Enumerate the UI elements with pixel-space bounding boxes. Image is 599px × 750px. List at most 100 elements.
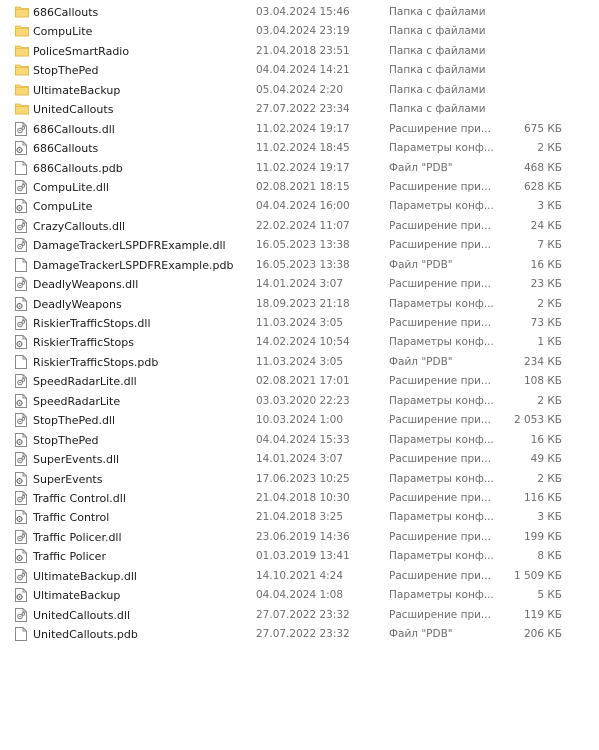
file-name: 686Callouts.pdb xyxy=(33,161,123,175)
file-date-modified: 04.04.2024 1:08 xyxy=(256,589,344,602)
file-size: 2 КБ xyxy=(537,472,562,485)
dll-file-icon xyxy=(15,452,28,467)
file-size: 1 КБ xyxy=(537,336,562,349)
file-row[interactable]: 686Callouts.dll 11.02.2024 19:17 Расширени… xyxy=(0,120,599,139)
file-name: StopThePed.dll xyxy=(33,414,116,428)
file-row[interactable]: UnitedCallouts.dll 27.07.2022 23:32 Расшир… xyxy=(0,606,599,625)
file-type: Параметры конф... xyxy=(389,433,494,446)
file-type: Расширение при... xyxy=(389,453,491,466)
file-row[interactable]: Traffic Control.dll 21.04.2018 10:30 Расши… xyxy=(0,489,599,508)
file-row[interactable]: SuperEvents.dll 14.01.2024 3:07 Расширение… xyxy=(0,450,599,469)
file-row[interactable]: RiskierTrafficStops 14.02.2024 10:54 Парам… xyxy=(0,333,599,352)
dll-file-icon xyxy=(15,607,28,622)
file-row[interactable]: CompuLite 04.04.2024 16:00 Параметры конф.… xyxy=(0,197,599,216)
file-type: Папка с файлами xyxy=(389,83,486,96)
file-name: RiskierTrafficStops.pdb xyxy=(33,355,159,369)
file-row[interactable]: 686Callouts.pdb 11.02.2024 19:17 Файл "PDB… xyxy=(0,159,599,178)
file-row[interactable]: CrazyCallouts.dll 22.02.2024 11:07 Расшире… xyxy=(0,217,599,236)
file-size: 468 КБ xyxy=(523,161,562,174)
dll-file-icon xyxy=(15,568,28,583)
config-file-icon xyxy=(15,471,28,486)
file-date-modified: 21.04.2018 3:25 xyxy=(256,511,344,524)
file-type: Параметры конф... xyxy=(389,142,494,155)
file-row[interactable]: StopThePed 04.04.2024 15:33 Параметры конф… xyxy=(0,431,599,450)
file-row[interactable]: DeadlyWeapons.dll 14.01.2024 3:07 Расширен… xyxy=(0,275,599,294)
file-date-modified: 22.02.2024 11:07 xyxy=(256,219,350,232)
file-type: Расширение при... xyxy=(389,569,491,582)
dll-file-icon xyxy=(15,413,28,428)
folder-icon xyxy=(15,83,29,97)
file-row[interactable]: UltimateBackup 04.04.2024 1:08 Параметры к… xyxy=(0,586,599,605)
file-type: Файл "PDB" xyxy=(389,161,453,174)
file-type: Параметры конф... xyxy=(389,550,494,563)
file-type: Файл "PDB" xyxy=(389,355,453,368)
file-row[interactable]: Traffic Policer 01.03.2019 13:41 Параметры… xyxy=(0,547,599,566)
file-row[interactable]: Traffic Policer.dll 23.06.2019 14:36 Расши… xyxy=(0,528,599,547)
file-size: 24 КБ xyxy=(530,219,562,232)
file-date-modified: 02.08.2021 17:01 xyxy=(256,375,350,388)
file-row[interactable]: RiskierTrafficStops.pdb 11.03.2024 3:05 Фа… xyxy=(0,353,599,372)
file-name: 686Callouts xyxy=(33,6,99,19)
file-date-modified: 04.04.2024 15:33 xyxy=(256,433,350,446)
file-date-modified: 11.02.2024 19:17 xyxy=(256,161,350,174)
file-date-modified: 02.08.2021 18:15 xyxy=(256,180,350,193)
file-size: 16 КБ xyxy=(530,433,562,446)
file-row[interactable]: UltimateBackup 05.04.2024 2:20 Папка с фай… xyxy=(0,81,599,100)
file-row[interactable]: StopThePed.dll 10.03.2024 1:00 Расширение … xyxy=(0,411,599,430)
file-name: CompuLite.dll xyxy=(33,180,109,194)
file-name: UltimateBackup xyxy=(33,83,121,97)
file-row[interactable]: DeadlyWeapons 18.09.2023 21:18 Параметры к… xyxy=(0,295,599,314)
file-type: Параметры конф... xyxy=(389,200,494,213)
file-row[interactable]: UltimateBackup.dll 14.10.2021 4:24 Расшире… xyxy=(0,567,599,586)
file-date-modified: 03.04.2024 23:19 xyxy=(256,25,350,38)
file-size: 119 КБ xyxy=(523,608,562,621)
file-date-modified: 04.04.2024 14:21 xyxy=(256,64,350,77)
file-row[interactable]: DamageTrackerLSPDFRExample.pdb 16.05.2023… xyxy=(0,256,599,275)
file-name: Traffic Control xyxy=(33,511,110,525)
config-file-icon xyxy=(15,393,28,408)
file-size: 16 КБ xyxy=(530,258,562,271)
file-name: UltimateBackup xyxy=(33,589,121,603)
file-type: Параметры конф... xyxy=(389,394,494,407)
file-row[interactable]: PoliceSmartRadio 21.04.2018 23:51 Папка с … xyxy=(0,42,599,61)
file-row[interactable]: RiskierTrafficStops.dll 11.03.2024 3:05 Ра… xyxy=(0,314,599,333)
file-type: Расширение при... xyxy=(389,608,491,621)
file-type: Параметры конф... xyxy=(389,297,494,310)
file-row[interactable]: UnitedCallouts 27.07.2022 23:34 Папка с фа… xyxy=(0,100,599,119)
file-date-modified: 01.03.2019 13:41 xyxy=(256,550,350,563)
file-row[interactable]: SuperEvents 17.06.2023 10:25 Параметры кон… xyxy=(0,470,599,489)
file-row[interactable]: CompuLite 03.04.2024 23:19 Папка с файлами xyxy=(0,22,599,41)
file-name: DeadlyWeapons.dll xyxy=(33,278,139,292)
config-file-icon xyxy=(15,199,28,214)
config-file-icon xyxy=(15,549,28,564)
dll-file-icon xyxy=(15,374,28,389)
file-name: UnitedCallouts.pdb xyxy=(33,628,138,641)
file-type: Расширение при... xyxy=(389,219,491,232)
file-name: 686Callouts.dll xyxy=(33,122,115,136)
file-row[interactable]: 686Callouts 11.02.2024 18:45 Параметры кон… xyxy=(0,139,599,158)
file-size: 628 КБ xyxy=(523,180,562,193)
file-type: Параметры конф... xyxy=(389,511,494,524)
file-date-modified: 21.04.2018 10:30 xyxy=(256,491,350,504)
file-type: Папка с файлами xyxy=(389,44,486,57)
file-row[interactable]: Traffic Control 21.04.2018 3:25 Параметры … xyxy=(0,508,599,527)
file-date-modified: 14.01.2024 3:07 xyxy=(256,453,344,466)
file-name: SuperEvents xyxy=(33,472,103,486)
dll-file-icon xyxy=(15,218,28,233)
file-row[interactable]: UnitedCallouts.pdb 27.07.2022 23:32 Файл "… xyxy=(0,625,599,644)
file-row[interactable]: SpeedRadarLite.dll 02.08.2021 17:01 Расшир… xyxy=(0,372,599,391)
file-row[interactable]: SpeedRadarLite 03.03.2020 22:23 Параметры … xyxy=(0,392,599,411)
file-row[interactable]: 686Callouts 03.04.2024 15:46 Папка с файла… xyxy=(0,3,599,22)
file-row[interactable]: DamageTrackerLSPDFRExample.dll 16.05.2023… xyxy=(0,236,599,255)
file-name: SpeedRadarLite.dll xyxy=(33,375,137,389)
file-name: DamageTrackerLSPDFRExample.pdb xyxy=(33,258,234,272)
file-size: 2 053 КБ xyxy=(513,414,562,427)
file-size: 3 КБ xyxy=(537,200,562,213)
file-row[interactable]: CompuLite.dll 02.08.2021 18:15 Расширение … xyxy=(0,178,599,197)
file-date-modified: 04.04.2024 16:00 xyxy=(256,200,350,213)
file-size: 3 КБ xyxy=(537,511,562,524)
file-name: Traffic Control.dll xyxy=(33,491,126,505)
file-date-modified: 14.01.2024 3:07 xyxy=(256,278,344,291)
file-row[interactable]: StopThePed 04.04.2024 14:21 Папка с файлам… xyxy=(0,61,599,80)
config-file-icon xyxy=(15,510,28,525)
